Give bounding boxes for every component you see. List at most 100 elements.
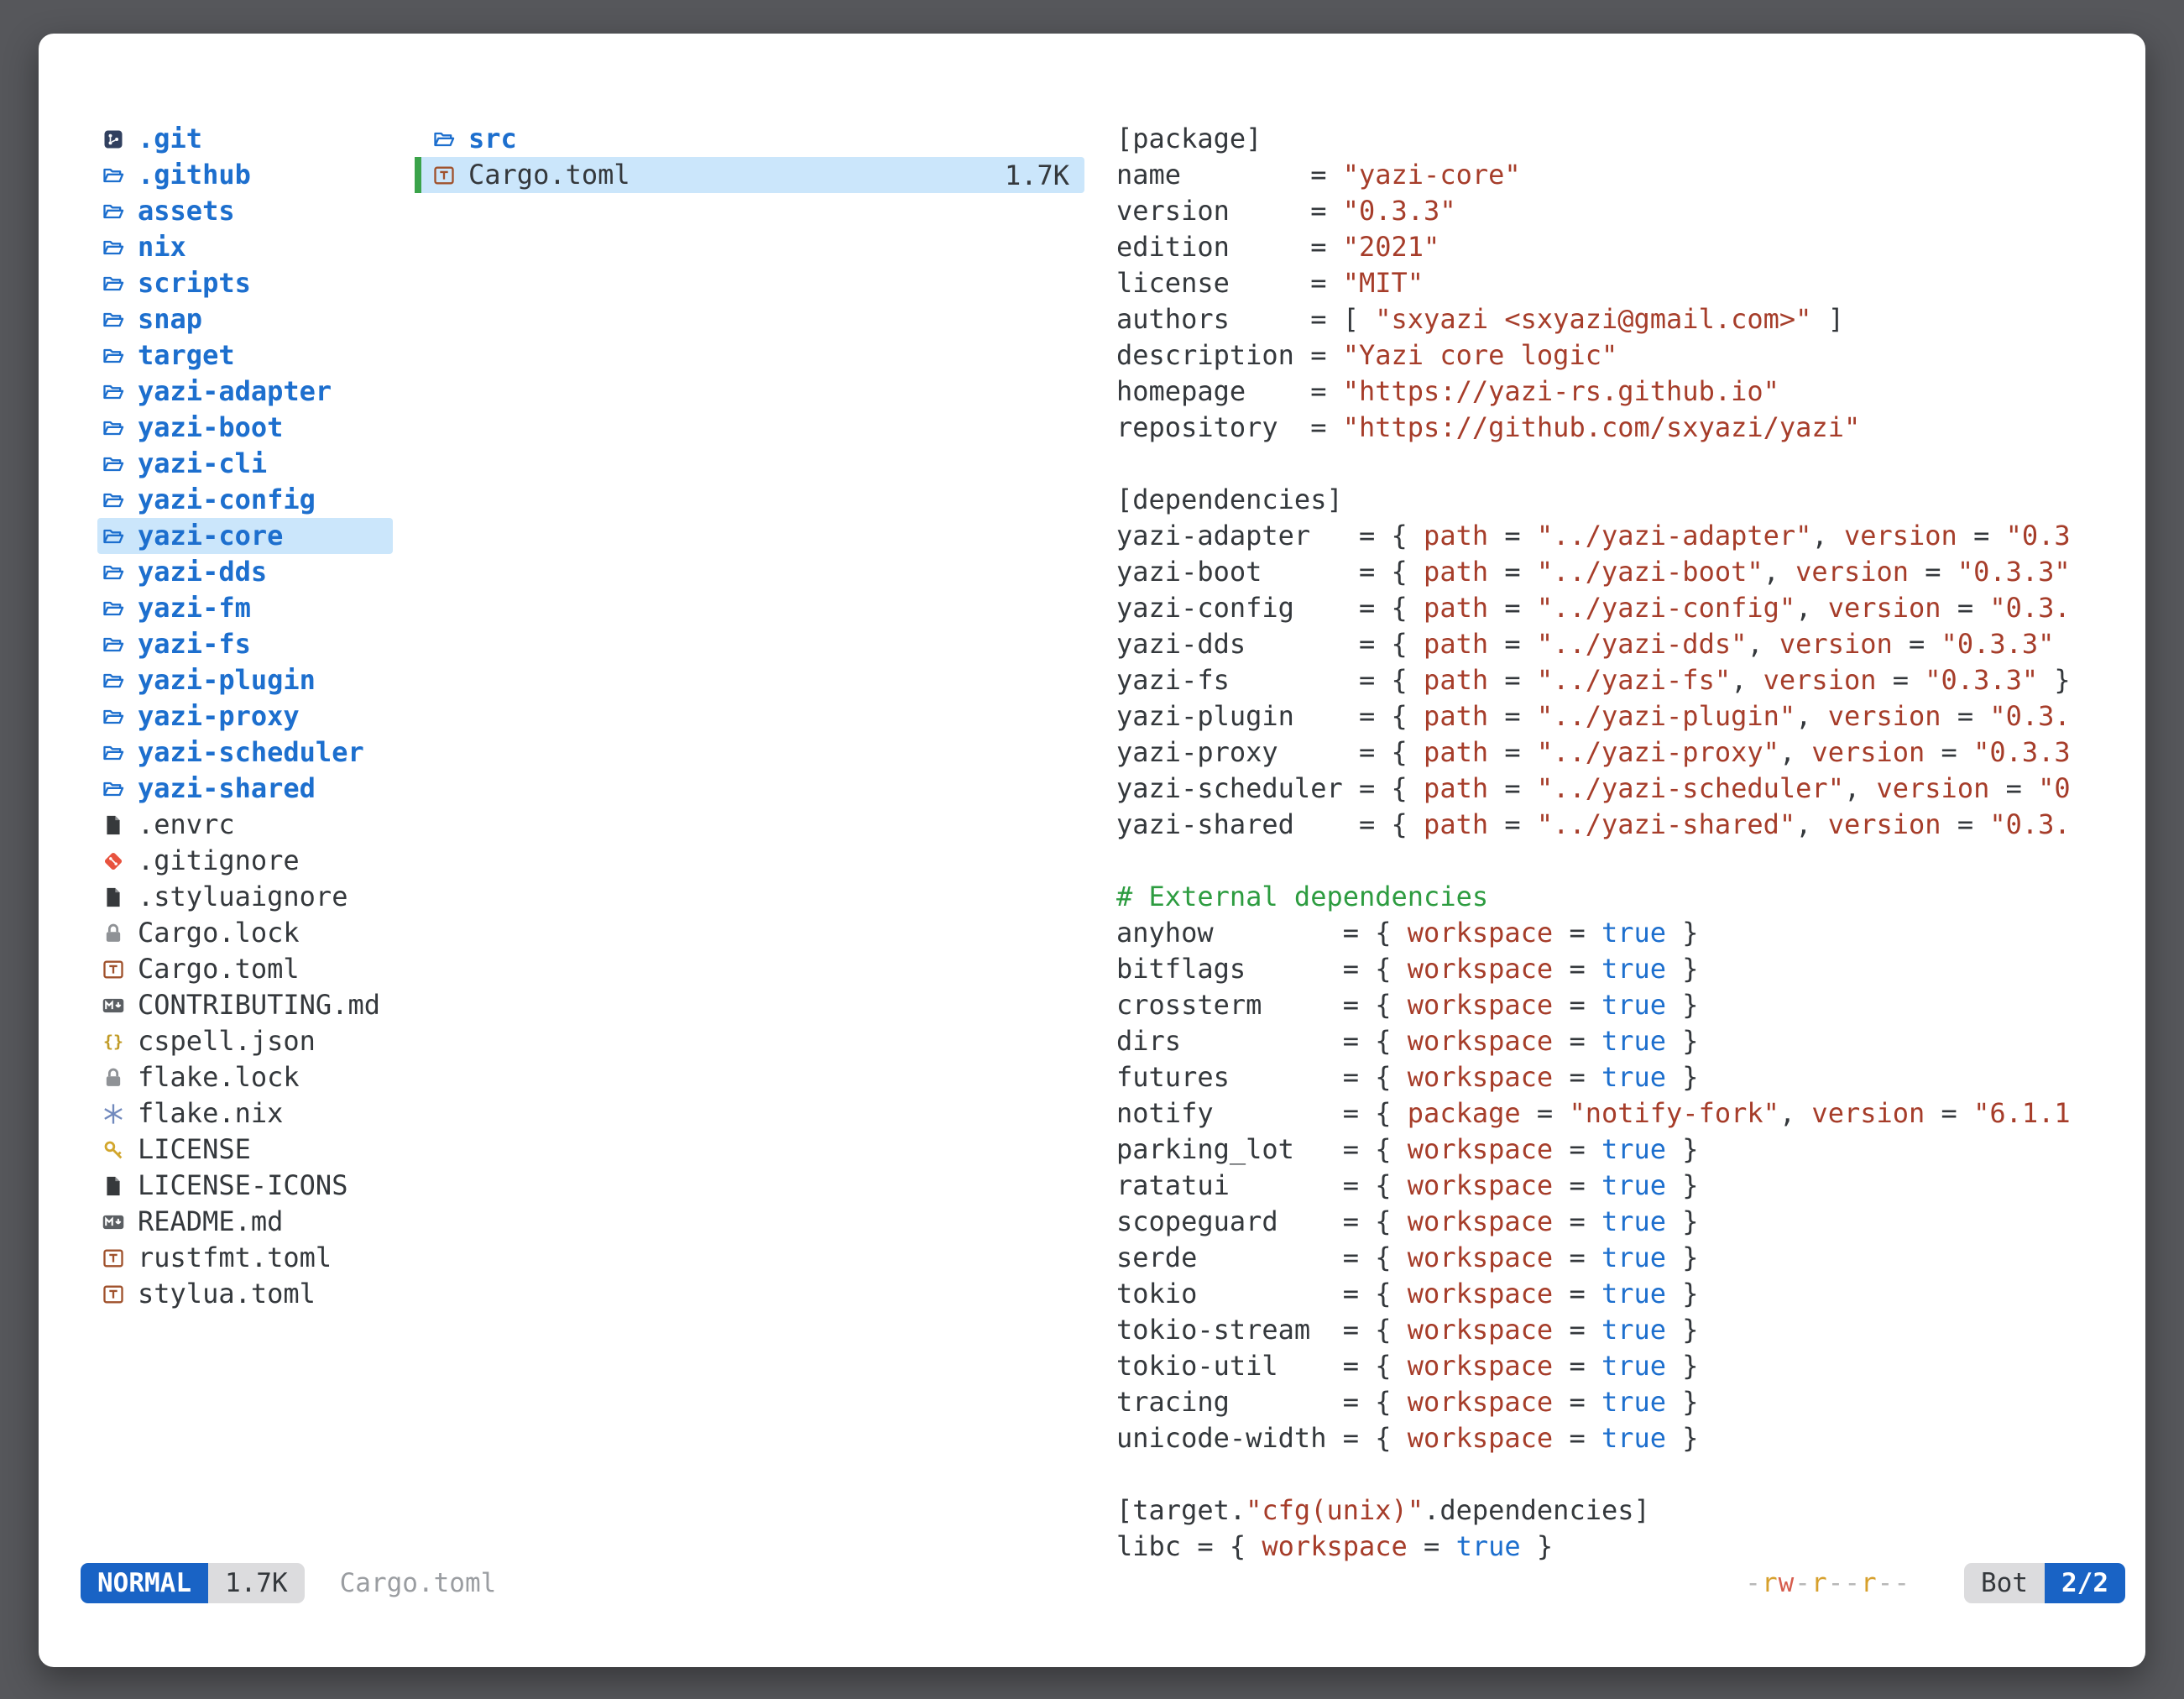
file-row[interactable]: Cargo.lock <box>97 915 393 951</box>
syntax-token: "../yazi-dds" <box>1537 628 1747 660</box>
item-size: 1.7K <box>1005 159 1084 191</box>
dir-row[interactable]: assets <box>97 193 393 229</box>
file-row[interactable]: Cargo.toml1.7K <box>415 157 1084 193</box>
position-badge: Bot <box>1964 1563 2045 1603</box>
syntax-token: [target. <box>1116 1494 1246 1526</box>
syntax-token: tokio-stream = { <box>1116 1314 1408 1346</box>
syntax-token: workspace <box>1408 1025 1553 1057</box>
preview-line: yazi-fs = { path = "../yazi-fs", version… <box>1116 662 2145 698</box>
file-row[interactable]: flake.nix <box>97 1095 393 1132</box>
toml-icon <box>101 1246 126 1271</box>
item-label: cspell.json <box>138 1023 316 1059</box>
permission-char: - <box>1795 1568 1811 1598</box>
syntax-token: parking_lot = { <box>1116 1133 1408 1165</box>
syntax-token: [package] <box>1116 123 1262 154</box>
dir-row[interactable]: yazi-fs <box>97 626 393 662</box>
preview-line: [package] <box>1116 121 2145 157</box>
item-label: .github <box>138 157 251 193</box>
file-row[interactable]: .gitignore <box>97 843 393 879</box>
git-logo-icon <box>101 849 126 874</box>
syntax-token: yazi-plugin = { <box>1116 700 1424 732</box>
file-row[interactable]: stylua.toml <box>97 1276 393 1312</box>
current-pane: srcCargo.toml1.7K <box>415 121 1084 193</box>
file-icon <box>101 885 126 910</box>
dir-row[interactable]: src <box>415 121 1084 157</box>
syntax-token: # External dependencies <box>1116 881 1488 912</box>
item-label: LICENSE-ICONS <box>138 1168 347 1204</box>
file-row[interactable]: CONTRIBUTING.md <box>97 987 393 1023</box>
dir-row[interactable]: yazi-config <box>97 482 393 518</box>
file-row[interactable]: Cargo.toml <box>97 951 393 987</box>
file-row[interactable]: .envrc <box>97 807 393 843</box>
syntax-token: true <box>1456 1530 1521 1562</box>
preview-line: yazi-config = { path = "../yazi-config",… <box>1116 590 2145 626</box>
folder-open-icon <box>101 379 126 405</box>
syntax-token: yazi-shared = { <box>1116 808 1424 840</box>
dir-row[interactable]: .git <box>97 121 393 157</box>
syntax-token: = <box>1488 628 1537 660</box>
folder-open-icon <box>101 271 126 296</box>
dir-row[interactable]: yazi-boot <box>97 410 393 446</box>
folder-open-icon <box>101 163 126 188</box>
dir-row[interactable]: yazi-adapter <box>97 374 393 410</box>
syntax-token: , <box>1795 808 1828 840</box>
preview-line: scopeguard = { workspace = true } <box>1116 1204 2145 1240</box>
dir-row[interactable]: snap <box>97 301 393 337</box>
dir-row[interactable]: target <box>97 337 393 374</box>
syntax-token: version <box>1876 772 1989 804</box>
file-row[interactable]: LICENSE <box>97 1132 393 1168</box>
dir-row[interactable]: yazi-shared <box>97 771 393 807</box>
yazi-window: .git.githubassetsnixscriptssnaptargetyaz… <box>39 34 2145 1667</box>
syntax-token: "0.3. <box>1989 592 2070 624</box>
syntax-token: name = <box>1116 159 1343 191</box>
syntax-token: = <box>1989 772 2038 804</box>
dir-row[interactable]: yazi-fm <box>97 590 393 626</box>
preview-line: tokio-stream = { workspace = true } <box>1116 1312 2145 1348</box>
syntax-token: true <box>1601 989 1666 1021</box>
permission-char: r <box>1861 1568 1878 1598</box>
syntax-token: true <box>1601 1242 1666 1273</box>
preview-line: libc = { workspace = true } <box>1116 1529 2145 1565</box>
syntax-token: } <box>2038 664 2071 696</box>
syntax-token: "0.3 <box>2006 520 2071 552</box>
dir-row[interactable]: yazi-core <box>97 518 393 554</box>
dir-row[interactable]: yazi-cli <box>97 446 393 482</box>
selection-marker <box>415 157 421 193</box>
toml-icon <box>101 1282 126 1307</box>
syntax-token: "../yazi-adapter" <box>1537 520 1812 552</box>
preview-line: license = "MIT" <box>1116 265 2145 301</box>
syntax-token: = <box>1553 1278 1601 1310</box>
syntax-token: scopeguard = { <box>1116 1205 1408 1237</box>
dir-row[interactable]: yazi-scheduler <box>97 734 393 771</box>
preview-line: homepage = "https://yazi-rs.github.io" <box>1116 374 2145 410</box>
dir-row[interactable]: .github <box>97 157 393 193</box>
file-row[interactable]: flake.lock <box>97 1059 393 1095</box>
syntax-token: , <box>1731 664 1763 696</box>
syntax-token: } <box>1666 1278 1699 1310</box>
syntax-token: } <box>1521 1530 1554 1562</box>
dir-row[interactable]: nix <box>97 229 393 265</box>
item-label: rustfmt.toml <box>138 1240 332 1276</box>
syntax-token: workspace <box>1408 917 1553 949</box>
file-row[interactable]: README.md <box>97 1204 393 1240</box>
file-row[interactable]: LICENSE-ICONS <box>97 1168 393 1204</box>
dir-row[interactable]: yazi-dds <box>97 554 393 590</box>
dir-row[interactable]: yazi-proxy <box>97 698 393 734</box>
permission-char: - <box>1878 1568 1894 1598</box>
syntax-token: path <box>1424 556 1488 588</box>
file-row[interactable]: .styluaignore <box>97 879 393 915</box>
file-row[interactable]: {}cspell.json <box>97 1023 393 1059</box>
syntax-token: = <box>1488 520 1537 552</box>
preview-line: edition = "2021" <box>1116 229 2145 265</box>
dir-row[interactable]: yazi-plugin <box>97 662 393 698</box>
syntax-token: yazi-adapter = { <box>1116 520 1424 552</box>
syntax-token: = <box>1553 1422 1601 1454</box>
syntax-token: workspace <box>1408 1314 1553 1346</box>
syntax-token: version <box>1828 592 1941 624</box>
item-label: yazi-scheduler <box>138 734 364 771</box>
syntax-token: notify = { <box>1116 1097 1408 1129</box>
syntax-token: workspace <box>1408 989 1553 1021</box>
folder-open-icon <box>101 416 126 441</box>
dir-row[interactable]: scripts <box>97 265 393 301</box>
file-row[interactable]: rustfmt.toml <box>97 1240 393 1276</box>
